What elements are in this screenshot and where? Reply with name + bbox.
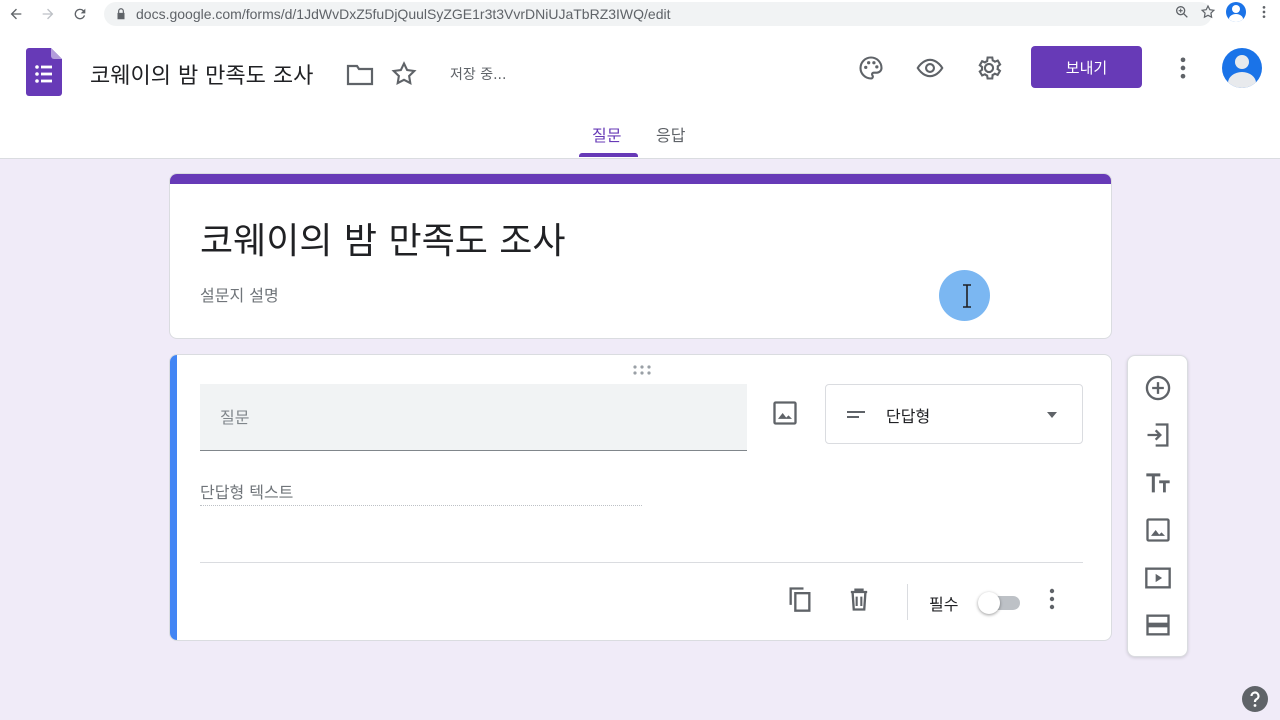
address-bar[interactable]: docs.google.com/forms/d/1JdWvDxZ5fuDjQuu… bbox=[104, 2, 1212, 26]
bookmark-star-icon[interactable] bbox=[1200, 4, 1216, 20]
delete-icon[interactable] bbox=[845, 585, 873, 613]
question-type-dropdown[interactable]: 단답형 bbox=[825, 384, 1083, 444]
floating-toolbar bbox=[1127, 355, 1188, 657]
palette-icon bbox=[859, 56, 883, 80]
more-vert-icon[interactable] bbox=[1040, 586, 1064, 612]
preview-button[interactable] bbox=[914, 52, 946, 84]
duplicate-icon[interactable] bbox=[786, 585, 814, 613]
send-button[interactable]: 보내기 bbox=[1031, 46, 1142, 88]
help-icon[interactable] bbox=[1241, 685, 1269, 713]
image-icon[interactable] bbox=[771, 399, 799, 427]
text-cursor-icon bbox=[963, 284, 971, 308]
card-divider bbox=[200, 562, 1083, 563]
gear-icon bbox=[978, 56, 1002, 80]
question-type-label: 단답형 bbox=[886, 407, 931, 426]
settings-button[interactable] bbox=[973, 52, 1005, 84]
back-button[interactable] bbox=[0, 0, 32, 28]
add-section-icon[interactable] bbox=[1144, 611, 1172, 639]
add-image-icon[interactable] bbox=[1144, 516, 1172, 544]
save-status: 저장 중... bbox=[450, 67, 507, 83]
eye-icon bbox=[916, 58, 944, 78]
browser-actions bbox=[1174, 2, 1272, 22]
forward-button[interactable] bbox=[32, 0, 64, 28]
add-video-icon[interactable] bbox=[1144, 564, 1172, 592]
arrow-forward-icon bbox=[42, 8, 54, 20]
forms-header: 코웨이의 밤 만족도 조사 저장 중... 보내기 질문 응답 bbox=[0, 28, 1280, 159]
form-description-field[interactable]: 설문지 설명 bbox=[200, 282, 279, 306]
short-answer-placeholder: 단답형 텍스트 bbox=[200, 483, 294, 502]
add-title-icon[interactable] bbox=[1144, 469, 1172, 497]
star-icon[interactable] bbox=[390, 60, 418, 88]
more-options-button[interactable] bbox=[1167, 52, 1199, 84]
short-text-icon bbox=[847, 411, 865, 418]
footer-separator bbox=[907, 584, 908, 620]
reload-icon bbox=[74, 8, 86, 20]
import-questions-icon[interactable] bbox=[1144, 421, 1172, 449]
zoom-icon[interactable] bbox=[1174, 4, 1190, 20]
browser-menu-icon[interactable] bbox=[1256, 4, 1272, 20]
browser-bar: docs.google.com/forms/d/1JdWvDxZ5fuDjQuu… bbox=[0, 0, 1280, 28]
profile-avatar-small[interactable] bbox=[1226, 2, 1246, 22]
folder-icon[interactable] bbox=[346, 62, 374, 86]
reload-button[interactable] bbox=[64, 0, 96, 28]
short-answer-line bbox=[200, 505, 642, 506]
tab-questions[interactable]: 질문 bbox=[592, 122, 621, 146]
required-label: 필수 bbox=[929, 595, 959, 614]
add-question-icon[interactable] bbox=[1144, 374, 1172, 402]
chevron-down-icon bbox=[1047, 412, 1057, 418]
active-card-indicator bbox=[170, 355, 177, 640]
customize-theme-button[interactable] bbox=[855, 52, 887, 84]
arrow-back-icon bbox=[10, 8, 22, 20]
required-toggle[interactable] bbox=[978, 592, 1024, 614]
question-card[interactable]: 단답형 단답형 텍스트 필수 bbox=[169, 354, 1112, 641]
url-text: docs.google.com/forms/d/1JdWvDxZ5fuDjQuu… bbox=[136, 6, 671, 22]
active-tab-indicator bbox=[579, 153, 638, 157]
toggle-thumb bbox=[978, 592, 1000, 614]
title-card-accent bbox=[170, 174, 1111, 184]
lock-icon bbox=[117, 8, 125, 20]
question-title-input[interactable] bbox=[200, 384, 747, 451]
document-title[interactable]: 코웨이의 밤 만족도 조사 bbox=[90, 58, 313, 90]
account-avatar[interactable] bbox=[1222, 48, 1262, 88]
more-vert-icon bbox=[1180, 57, 1186, 79]
form-title[interactable]: 코웨이의 밤 만족도 조사 bbox=[200, 212, 566, 264]
google-forms-logo-icon[interactable] bbox=[26, 48, 62, 96]
tab-responses[interactable]: 응답 bbox=[656, 122, 685, 146]
drag-handle-icon[interactable] bbox=[632, 363, 652, 377]
